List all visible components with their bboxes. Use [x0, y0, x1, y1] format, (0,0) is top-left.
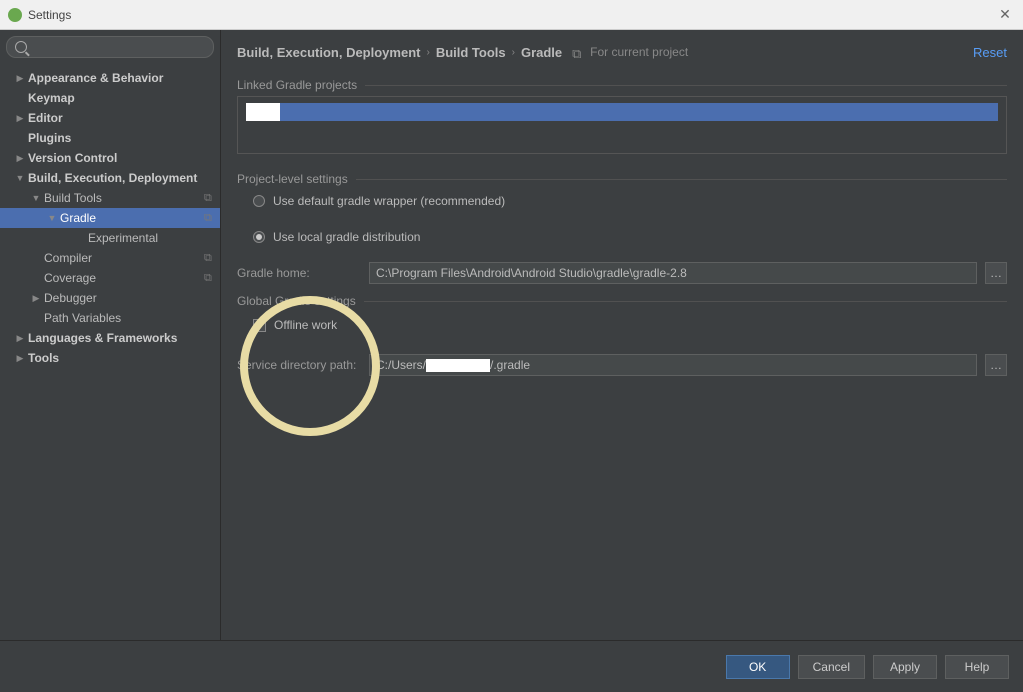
sidebar-item-gradle[interactable]: ▼Gradle⧉ [0, 208, 220, 228]
chevron-right-icon: ▶ [14, 112, 26, 124]
chevron-right-icon: ▶ [14, 72, 26, 84]
redacted-user [426, 359, 490, 372]
search-input[interactable] [6, 36, 214, 58]
content-panel: Build, Execution, Deployment › Build Too… [221, 30, 1023, 640]
window-title: Settings [28, 8, 995, 22]
copy-icon: ⧉ [204, 192, 216, 204]
copy-icon: ⧉ [572, 46, 584, 58]
chevron-down-icon: ▼ [30, 192, 42, 204]
radio-icon[interactable] [253, 231, 265, 243]
breadcrumb-scope: For current project [590, 45, 688, 59]
sidebar-item-label: Plugins [28, 131, 216, 145]
linked-projects-list[interactable] [237, 96, 1007, 154]
section-global: Global Gradle settings [237, 294, 1007, 308]
spacer [30, 272, 42, 284]
sidebar: ▶Appearance & BehaviorKeymap▶EditorPlugi… [0, 30, 221, 640]
radio-icon[interactable] [253, 195, 265, 207]
sidebar-item-label: Version Control [28, 151, 216, 165]
breadcrumb-build[interactable]: Build, Execution, Deployment [237, 45, 420, 60]
sidebar-item-label: Compiler [44, 251, 204, 265]
sidebar-item-label: Tools [28, 351, 216, 365]
breadcrumb-tools[interactable]: Build Tools [436, 45, 506, 60]
section-project: Project-level settings [237, 172, 1007, 186]
sidebar-item-path-variables[interactable]: Path Variables [0, 308, 220, 328]
sidebar-item-appearance-behavior[interactable]: ▶Appearance & Behavior [0, 68, 220, 88]
sidebar-item-coverage[interactable]: Coverage⧉ [0, 268, 220, 288]
project-icon [246, 103, 280, 121]
sidebar-item-label: Build, Execution, Deployment [28, 171, 216, 185]
copy-icon: ⧉ [204, 212, 216, 224]
sidebar-item-label: Debugger [44, 291, 216, 305]
spacer [14, 132, 26, 144]
sidebar-item-experimental[interactable]: Experimental [0, 228, 220, 248]
offline-work-checkbox[interactable]: Offline work [237, 314, 1007, 336]
sidebar-item-version-control[interactable]: ▶Version Control [0, 148, 220, 168]
sidebar-item-build-tools[interactable]: ▼Build Tools⧉ [0, 188, 220, 208]
service-dir-input[interactable]: C:/Users//.gradle [369, 354, 977, 376]
chevron-right-icon: › [512, 47, 515, 58]
search-icon [15, 41, 27, 53]
reset-link[interactable]: Reset [973, 45, 1007, 60]
checkbox-label: Offline work [274, 318, 337, 332]
radio-label: Use local gradle distribution [273, 230, 420, 244]
sidebar-item-label: Editor [28, 111, 216, 125]
sidebar-item-keymap[interactable]: Keymap [0, 88, 220, 108]
browse-button[interactable]: … [985, 262, 1007, 284]
radio-default-wrapper[interactable]: Use default gradle wrapper (recommended) [237, 190, 1007, 212]
chevron-right-icon: ▶ [14, 352, 26, 364]
gradle-home-input[interactable]: C:\Program Files\Android\Android Studio\… [369, 262, 977, 284]
breadcrumb-gradle[interactable]: Gradle [521, 45, 562, 60]
close-icon[interactable]: ✕ [995, 5, 1015, 25]
chevron-down-icon: ▼ [46, 212, 58, 224]
chevron-right-icon: ▶ [14, 152, 26, 164]
chevron-right-icon: › [426, 47, 429, 58]
copy-icon: ⧉ [204, 272, 216, 284]
chevron-right-icon: ▶ [14, 332, 26, 344]
app-icon [8, 8, 22, 22]
sidebar-item-label: Appearance & Behavior [28, 71, 216, 85]
browse-button[interactable]: … [985, 354, 1007, 376]
sidebar-item-label: Keymap [28, 91, 216, 105]
titlebar: Settings ✕ [0, 0, 1023, 30]
chevron-right-icon: ▶ [30, 292, 42, 304]
footer: OK Cancel Apply Help [0, 640, 1023, 692]
help-button[interactable]: Help [945, 655, 1009, 679]
checkbox-icon[interactable] [253, 319, 266, 332]
sidebar-item-plugins[interactable]: Plugins [0, 128, 220, 148]
service-dir-label: Service directory path: [237, 358, 361, 372]
sidebar-item-label: Path Variables [44, 311, 216, 325]
breadcrumb: Build, Execution, Deployment › Build Too… [237, 40, 1007, 64]
section-linked: Linked Gradle projects [237, 78, 1007, 92]
sidebar-item-languages-frameworks[interactable]: ▶Languages & Frameworks [0, 328, 220, 348]
spacer [30, 252, 42, 264]
sidebar-item-label: Experimental [88, 231, 216, 245]
apply-button[interactable]: Apply [873, 655, 937, 679]
sidebar-item-build-execution-deployment[interactable]: ▼Build, Execution, Deployment [0, 168, 220, 188]
radio-label: Use default gradle wrapper (recommended) [273, 194, 505, 208]
cancel-button[interactable]: Cancel [798, 655, 865, 679]
ok-button[interactable]: OK [726, 655, 790, 679]
sidebar-item-label: Coverage [44, 271, 204, 285]
radio-local-distribution[interactable]: Use local gradle distribution [237, 226, 1007, 248]
spacer [74, 232, 86, 244]
chevron-down-icon: ▼ [14, 172, 26, 184]
gradle-home-label: Gradle home: [237, 266, 361, 280]
sidebar-item-compiler[interactable]: Compiler⧉ [0, 248, 220, 268]
spacer [14, 92, 26, 104]
sidebar-item-label: Gradle [60, 211, 204, 225]
sidebar-item-editor[interactable]: ▶Editor [0, 108, 220, 128]
spacer [30, 312, 42, 324]
sidebar-item-label: Build Tools [44, 191, 204, 205]
sidebar-item-label: Languages & Frameworks [28, 331, 216, 345]
sidebar-item-tools[interactable]: ▶Tools [0, 348, 220, 368]
copy-icon: ⧉ [204, 252, 216, 264]
linked-project-row[interactable] [246, 103, 998, 121]
sidebar-item-debugger[interactable]: ▶Debugger [0, 288, 220, 308]
